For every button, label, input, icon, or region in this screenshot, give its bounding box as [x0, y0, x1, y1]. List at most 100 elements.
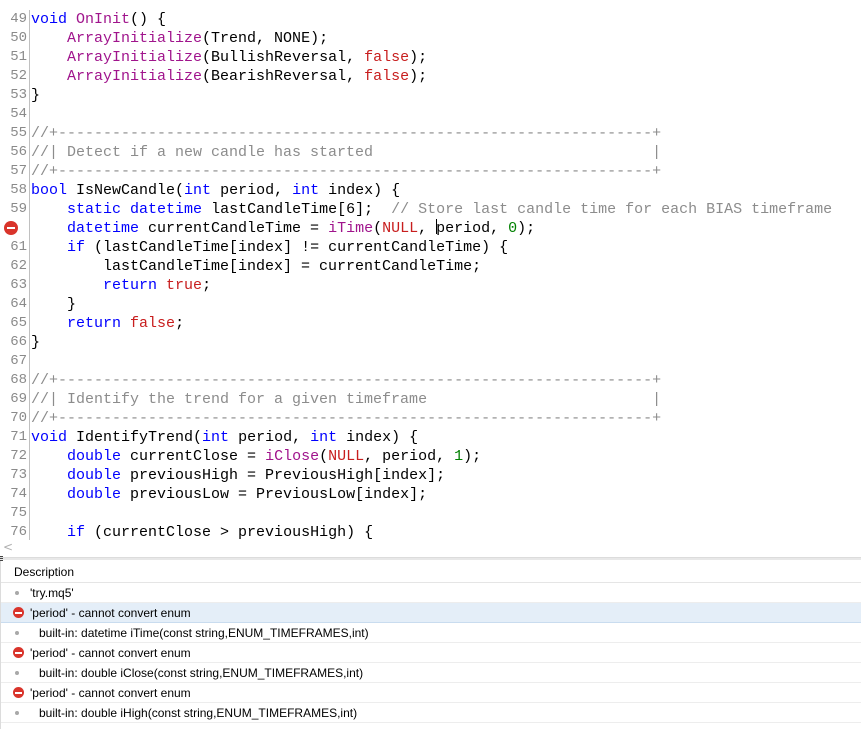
line-number: 50 — [10, 30, 27, 46]
code-token: ArrayInitialize — [67, 30, 203, 47]
code-line[interactable]: 70//+-----------------------------------… — [0, 409, 861, 428]
code-text[interactable]: void IdentifyTrend(int period, int index… — [31, 428, 418, 447]
line-number: 53 — [10, 87, 27, 103]
line-number: 62 — [10, 258, 27, 274]
fold-gutter — [29, 200, 30, 219]
code-token: //| Detect if a new candle has started | — [31, 144, 662, 161]
code-token: //+-------------------------------------… — [31, 410, 662, 427]
code-token: ( — [319, 448, 329, 465]
code-text[interactable]: //+-------------------------------------… — [31, 162, 661, 181]
code-text[interactable]: datetime currentCandleTime = iTime(NULL,… — [31, 219, 535, 238]
code-text[interactable]: ArrayInitialize(BearishReversal, false); — [31, 67, 427, 86]
code-line[interactable]: 63 return true; — [0, 276, 861, 295]
code-token: previousLow = PreviousLow[index]; — [121, 486, 428, 503]
error-list-row[interactable]: built-in: double iHigh(const string,ENUM… — [1, 703, 861, 723]
code-line[interactable]: 73 double previousHigh = PreviousHigh[in… — [0, 466, 861, 485]
code-line[interactable]: 51 ArrayInitialize(BullishReversal, fals… — [0, 48, 861, 67]
code-line[interactable]: 69//| Identify the trend for a given tim… — [0, 390, 861, 409]
code-token: 0 — [508, 220, 518, 237]
error-list-row[interactable]: built-in: datetime iTime(const string,EN… — [1, 623, 861, 643]
code-line[interactable]: 72 double currentClose = iClose(NULL, pe… — [0, 447, 861, 466]
code-line[interactable]: 74 double previousLow = PreviousLow[inde… — [0, 485, 861, 504]
code-text[interactable]: } — [31, 333, 40, 352]
code-text[interactable]: //+-------------------------------------… — [31, 371, 661, 390]
code-token: lastCandleTime[index] = currentCandleTim… — [31, 258, 482, 275]
code-text[interactable]: if (lastCandleTime[index] != currentCand… — [31, 238, 508, 257]
code-line[interactable]: 76 if (currentClose > previousHigh) { — [0, 523, 861, 540]
code-text[interactable]: return false; — [31, 314, 184, 333]
code-token: ; — [202, 277, 212, 294]
code-text[interactable]: //| Identify the trend for a given timef… — [31, 390, 661, 409]
code-line[interactable]: 52 ArrayInitialize(BearishReversal, fals… — [0, 67, 861, 86]
line-number: 56 — [10, 144, 27, 160]
code-line[interactable]: 55//+-----------------------------------… — [0, 124, 861, 143]
code-text[interactable]: void OnInit() { — [31, 10, 166, 29]
code-line[interactable]: 61 if (lastCandleTime[index] != currentC… — [0, 238, 861, 257]
code-line[interactable]: 64 } — [0, 295, 861, 314]
code-text[interactable]: double currentClose = iClose(NULL, perio… — [31, 447, 481, 466]
code-line[interactable]: 65 return false; — [0, 314, 861, 333]
error-list-row[interactable]: 'period' - cannot convert enum — [1, 643, 861, 663]
error-icon — [13, 687, 24, 698]
scroll-left-icon[interactable]: < — [3, 540, 13, 555]
error-list-row[interactable]: 'period' - cannot convert enum — [1, 603, 861, 623]
code-line[interactable]: 59 static datetime lastCandleTime[6]; //… — [0, 200, 861, 219]
code-text[interactable]: return true; — [31, 276, 211, 295]
code-editor[interactable]: 49 void OnInit() {50 ArrayInitialize(Tren… — [0, 0, 861, 540]
code-line[interactable]: 53} — [0, 86, 861, 105]
code-text[interactable]: double previousLow = PreviousLow[index]; — [31, 485, 427, 504]
code-line[interactable]: 58 bool IsNewCandle(int period, int index… — [0, 181, 861, 200]
errors-header[interactable]: Description — [1, 561, 861, 583]
error-list-row[interactable]: 'try.mq5' — [1, 583, 861, 603]
code-token: currentClose = — [121, 448, 266, 465]
error-icon — [13, 647, 24, 658]
fold-gutter — [29, 428, 30, 447]
code-text[interactable]: if (currentClose > previousHigh) { — [31, 523, 373, 540]
code-text[interactable]: //| Detect if a new candle has started | — [31, 143, 661, 162]
code-line[interactable]: 50 ArrayInitialize(Trend, NONE); — [0, 29, 861, 48]
fold-gutter — [29, 29, 30, 48]
code-text[interactable]: ArrayInitialize(BullishReversal, false); — [31, 48, 427, 67]
panel-splitter[interactable] — [0, 556, 861, 562]
code-line[interactable]: 75 — [0, 504, 861, 523]
code-line[interactable]: 54 — [0, 105, 861, 124]
code-text[interactable]: } — [31, 295, 76, 314]
code-text[interactable]: bool IsNewCandle(int period, int index) … — [31, 181, 400, 200]
code-text[interactable]: } — [31, 86, 40, 105]
code-line[interactable]: 71 void IdentifyTrend(int period, int ind… — [0, 428, 861, 447]
code-line[interactable]: 57//+-----------------------------------… — [0, 162, 861, 181]
code-line[interactable]: 66} — [0, 333, 861, 352]
code-text[interactable]: ArrayInitialize(Trend, NONE); — [31, 29, 328, 48]
fold-gutter — [29, 523, 30, 540]
error-list-row[interactable]: 'period' - cannot convert enum — [1, 683, 861, 703]
line-number: 54 — [10, 106, 27, 122]
code-line[interactable]: 49 void OnInit() { — [0, 10, 861, 29]
error-list-row[interactable]: built-in: double iClose(const string,ENU… — [1, 663, 861, 683]
code-line[interactable]: 56//| Detect if a new candle has started… — [0, 143, 861, 162]
code-text[interactable]: //+-------------------------------------… — [31, 409, 661, 428]
code-line[interactable]: 60 datetime currentCandleTime = iTime(NU… — [0, 219, 861, 238]
code-text[interactable]: //+-------------------------------------… — [31, 124, 661, 143]
horizontal-scrollbar[interactable]: < — [0, 540, 861, 558]
code-text[interactable]: static datetime lastCandleTime[6]; // St… — [31, 200, 832, 219]
code-line[interactable]: 68//+-----------------------------------… — [0, 371, 861, 390]
line-number: 55 — [10, 125, 27, 141]
code-text[interactable]: double previousHigh = PreviousHigh[index… — [31, 466, 445, 485]
code-line[interactable]: 67 — [0, 352, 861, 371]
code-token: 1 — [454, 448, 464, 465]
code-line[interactable]: 62 lastCandleTime[index] = currentCandle… — [0, 257, 861, 276]
code-token: (lastCandleTime[index] != currentCandleT… — [85, 239, 509, 256]
code-token: ); — [409, 49, 428, 66]
error-message: 'period' - cannot convert enum — [30, 686, 191, 700]
error-marker-icon[interactable] — [4, 221, 18, 235]
description-column-header[interactable]: Description — [14, 565, 74, 579]
line-number: 73 — [10, 467, 27, 483]
line-number: 52 — [10, 68, 27, 84]
code-text[interactable]: lastCandleTime[index] = currentCandleTim… — [31, 257, 481, 276]
